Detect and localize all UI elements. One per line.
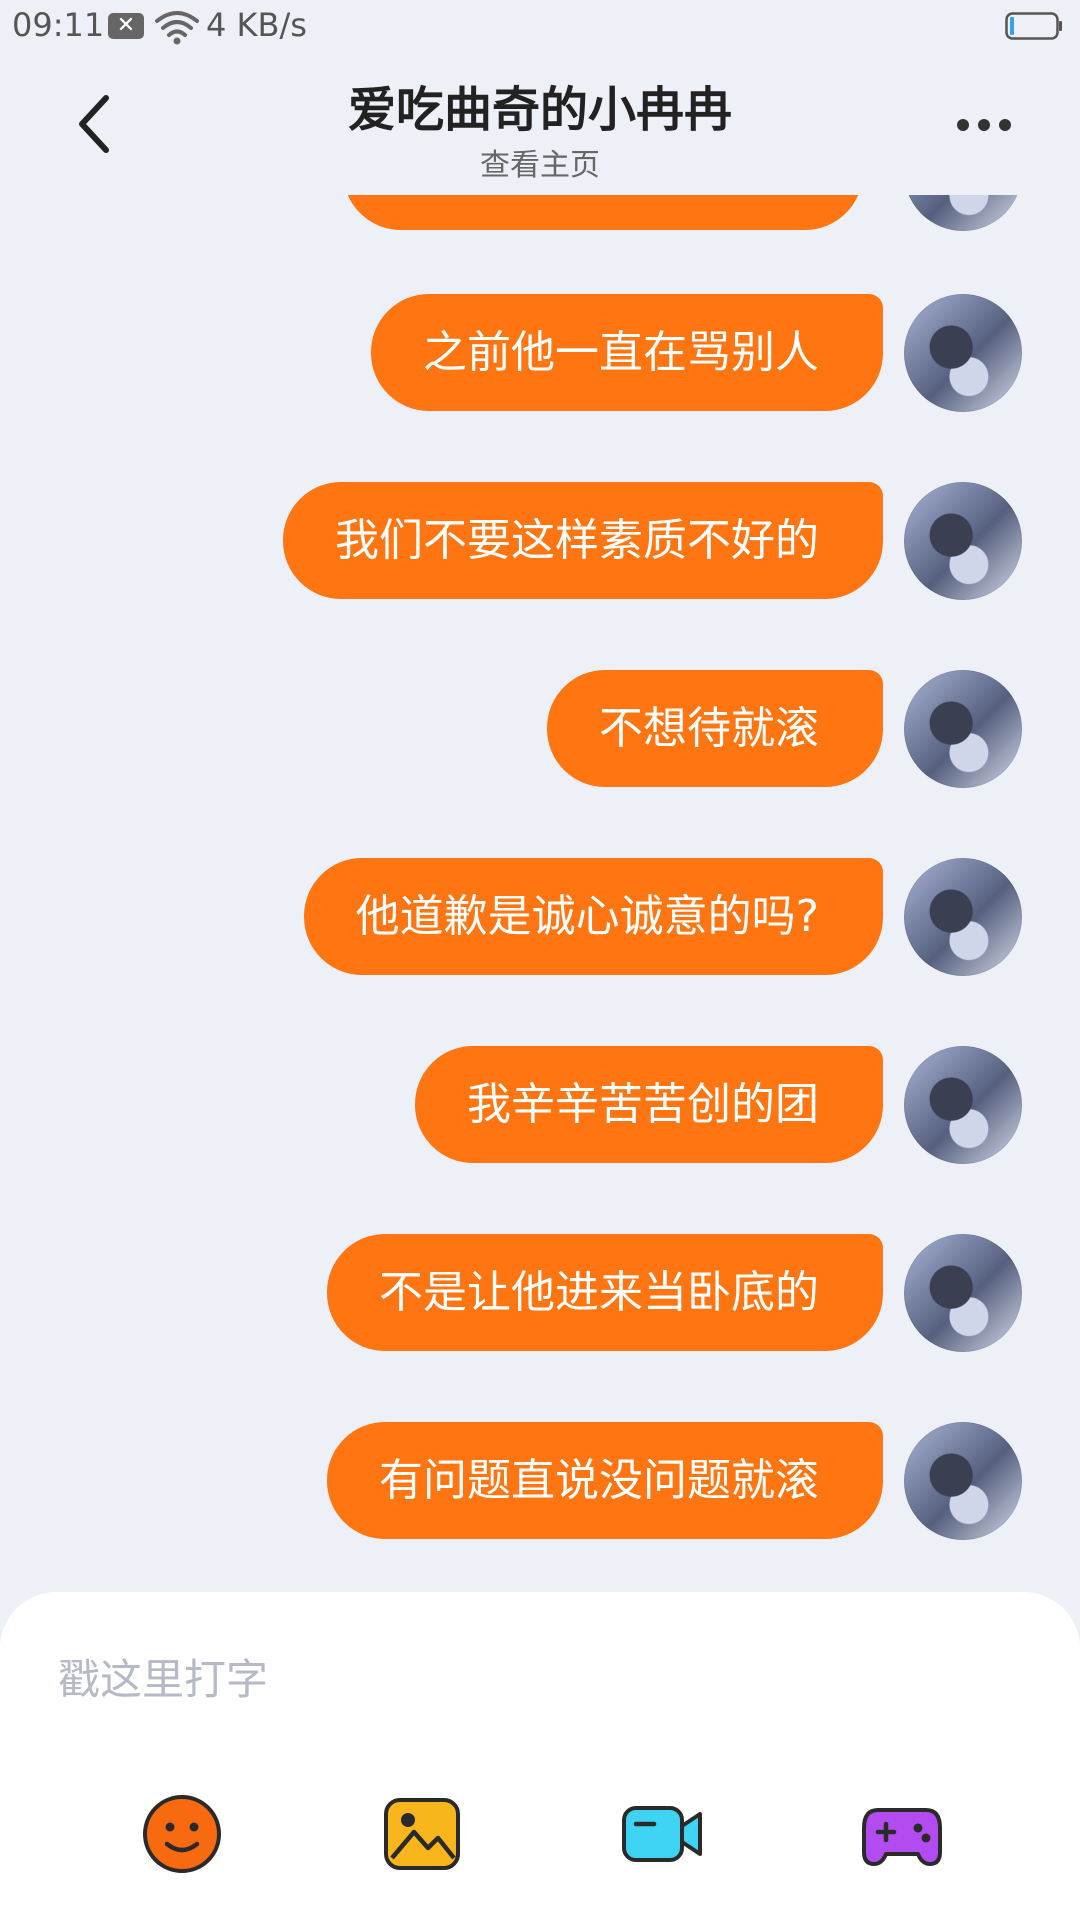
message-bubble[interactable]: 他道歉是诚心诚意的吗? bbox=[303, 858, 883, 975]
message-bubble[interactable]: 之前他一直在骂别人 bbox=[371, 294, 883, 411]
message-bubble-partial[interactable] bbox=[343, 195, 863, 230]
message-bubble[interactable]: 不想待就滚 bbox=[547, 670, 883, 787]
video-call-icon[interactable] bbox=[620, 1792, 704, 1876]
avatar[interactable] bbox=[904, 1046, 1022, 1164]
image-icon[interactable] bbox=[380, 1792, 464, 1876]
status-bar: 09:11 ✕ 4 KB/s bbox=[0, 0, 1080, 56]
more-dots-icon[interactable] bbox=[956, 118, 1012, 132]
avatar[interactable] bbox=[904, 294, 1022, 412]
avatar[interactable] bbox=[904, 195, 1022, 231]
view-profile-link[interactable]: 查看主页 bbox=[0, 140, 1080, 184]
battery-icon bbox=[1005, 12, 1062, 40]
message-row: 不是让他进来当卧底的 bbox=[0, 1234, 1080, 1354]
emoji-icon[interactable] bbox=[140, 1792, 224, 1876]
message-row: 有问题直说没问题就滚 bbox=[0, 1422, 1080, 1542]
status-time: 09:11 bbox=[12, 6, 105, 44]
message-row: 我辛辛苦苦创的团 bbox=[0, 1046, 1080, 1166]
avatar[interactable] bbox=[904, 482, 1022, 600]
avatar[interactable] bbox=[904, 670, 1022, 788]
network-speed: 4 KB/s bbox=[206, 6, 307, 44]
avatar[interactable] bbox=[904, 858, 1022, 976]
avatar[interactable] bbox=[904, 1422, 1022, 1540]
message-row: 他道歉是诚心诚意的吗? bbox=[0, 858, 1080, 978]
message-bubble[interactable]: 我辛辛苦苦创的团 bbox=[415, 1046, 883, 1163]
message-bubble[interactable]: 我们不要这样素质不好的 bbox=[283, 482, 883, 599]
wifi-icon bbox=[155, 11, 199, 45]
message-input[interactable] bbox=[56, 1628, 1020, 1730]
input-panel bbox=[0, 1592, 1080, 1920]
message-row-partial bbox=[0, 195, 1080, 233]
close-notification-icon: ✕ bbox=[108, 13, 144, 39]
message-row: 我们不要这样素质不好的 bbox=[0, 482, 1080, 602]
game-controller-icon[interactable] bbox=[860, 1792, 944, 1876]
message-row: 之前他一直在骂别人 bbox=[0, 294, 1080, 414]
message-bubble[interactable]: 有问题直说没问题就滚 bbox=[327, 1422, 883, 1539]
avatar[interactable] bbox=[904, 1234, 1022, 1352]
message-row: 不想待就滚 bbox=[0, 670, 1080, 790]
chat-title[interactable]: 爱吃曲奇的小冉冉 bbox=[0, 70, 1080, 140]
message-bubble[interactable]: 不是让他进来当卧底的 bbox=[327, 1234, 883, 1351]
message-list[interactable]: 之前他一直在骂别人 我们不要这样素质不好的 不想待就滚 他道歉是诚心诚意的吗? … bbox=[0, 195, 1080, 1590]
